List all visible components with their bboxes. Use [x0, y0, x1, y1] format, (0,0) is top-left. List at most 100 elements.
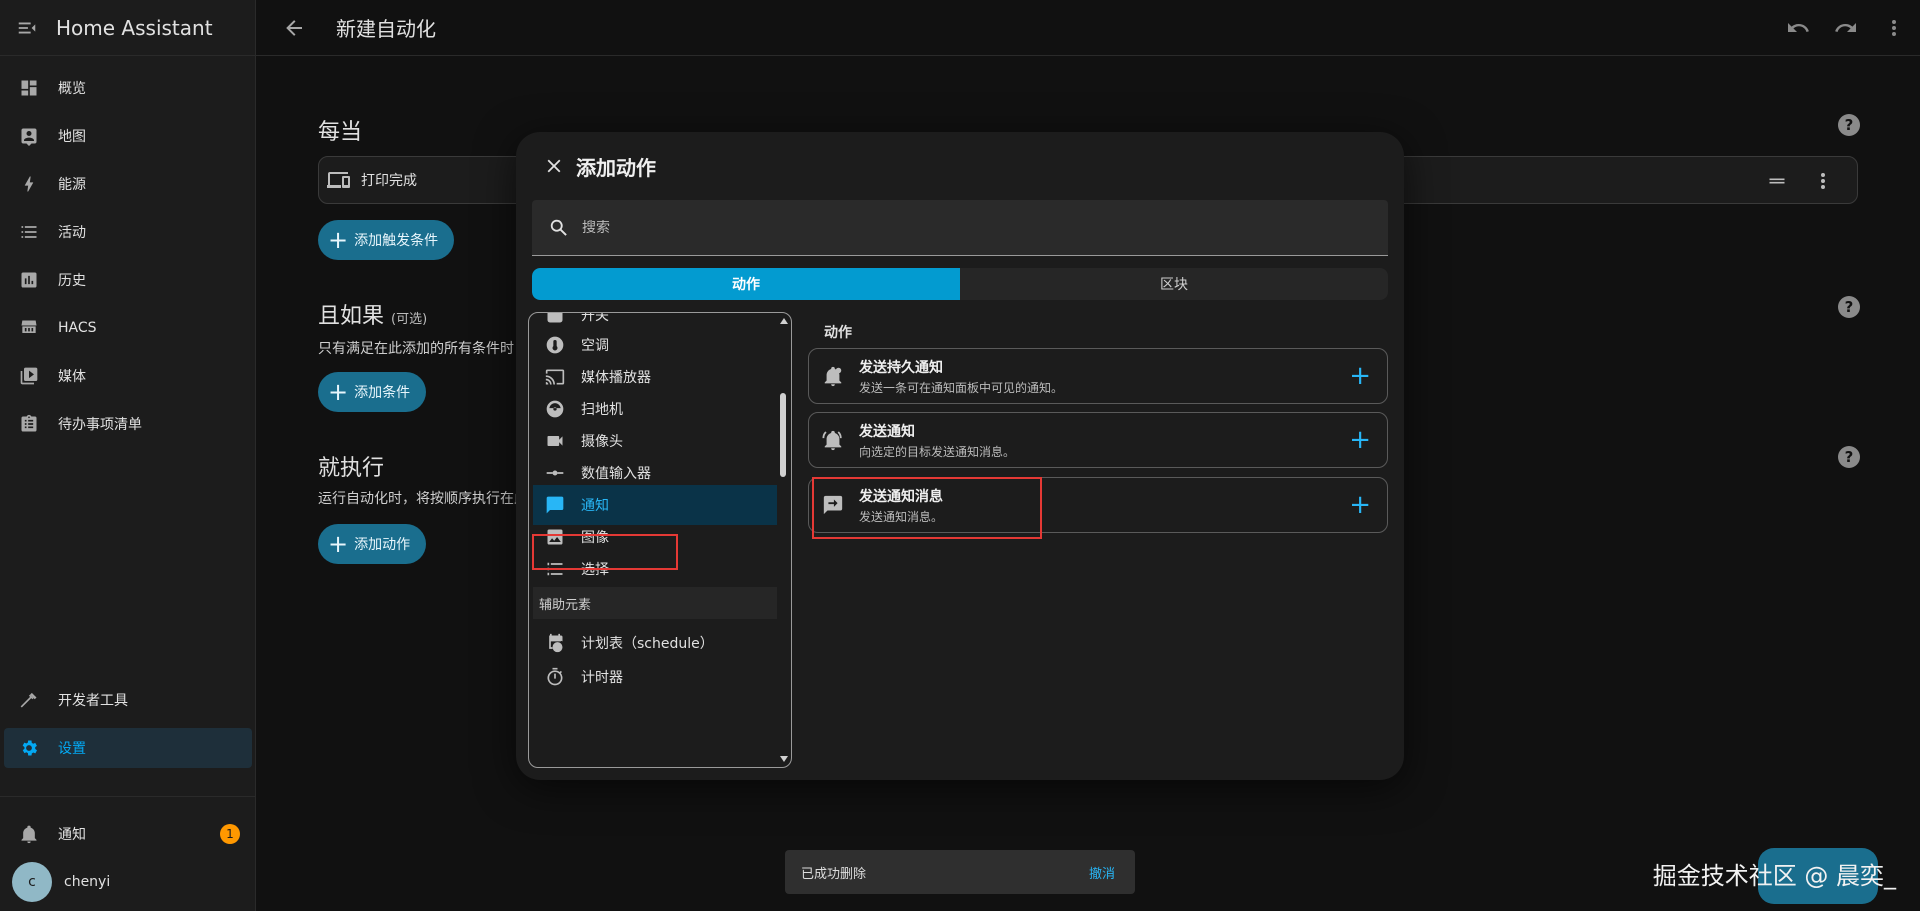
action-title: 发送通知 — [859, 423, 915, 440]
sidebar: Home Assistant 概览 地图 能源 活动 历史 HACS 媒体 待办… — [0, 0, 256, 911]
search-field[interactable] — [532, 200, 1388, 256]
user-name: chenyi — [64, 874, 111, 890]
more-vertical-icon[interactable] — [1811, 169, 1835, 193]
sidebar-item-label: HACS — [58, 320, 97, 336]
sidebar-item-label: 历史 — [58, 273, 86, 289]
help-icon[interactable]: ? — [1838, 446, 1860, 468]
snackbar: 已成功删除 撤消 — [785, 850, 1135, 894]
close-icon[interactable] — [540, 152, 568, 180]
category-label: 摄像头 — [581, 434, 623, 450]
hacs-icon — [18, 317, 40, 339]
scroll-thumb[interactable] — [780, 393, 786, 477]
drag-handle-icon[interactable] — [1767, 171, 1787, 191]
video-icon — [547, 436, 563, 446]
scroll-down-arrow-icon[interactable] — [779, 755, 789, 763]
when-section-title: 每当 — [318, 120, 363, 145]
sidebar-item-energy[interactable]: 能源 — [4, 164, 252, 204]
add-trigger-label: 添加触发条件 — [354, 233, 439, 249]
action-card-persistent-notification[interactable]: 发送持久通知 发送一条可在通知面板中可见的通知。 + — [808, 348, 1388, 404]
sidebar-item-settings[interactable]: 设置 — [4, 728, 252, 768]
undo-icon[interactable] — [1786, 16, 1810, 40]
action-card-notification[interactable]: 发送通知 向选定的目标发送通知消息。 + — [808, 412, 1388, 468]
hammer-icon — [18, 689, 40, 711]
sidebar-item-label: 能源 — [58, 177, 86, 193]
add-action-label: 添加动作 — [354, 537, 411, 553]
top-bar: 新建自动化 — [256, 0, 1920, 56]
timer-icon — [547, 667, 563, 686]
category-label: 数值输入器 — [581, 466, 651, 482]
sidebar-item-todo[interactable]: 待办事项清单 — [4, 404, 252, 444]
plus-icon: + — [328, 226, 349, 254]
sidebar-item-logbook[interactable]: 活动 — [4, 212, 252, 252]
add-trigger-button[interactable]: + 添加触发条件 — [318, 220, 455, 260]
then-description: 运行自动化时，将按顺序执行在此 — [318, 491, 528, 507]
robot-vacuum-icon — [546, 400, 564, 418]
sidebar-item-label: 媒体 — [58, 369, 86, 385]
search-input[interactable] — [582, 219, 1282, 236]
sidebar-item-developer-tools[interactable]: 开发者工具 — [4, 680, 252, 720]
then-section-title: 就执行 — [318, 456, 385, 481]
optional-label: (可选) — [391, 312, 428, 327]
help-icon[interactable]: ? — [1838, 296, 1860, 318]
sidebar-item-label: 地图 — [58, 129, 86, 145]
plus-icon[interactable]: + — [1349, 492, 1371, 518]
category-label: 计划表（schedule） — [581, 636, 714, 652]
lightning-icon — [18, 173, 40, 195]
calendar-clock-icon — [549, 633, 563, 653]
sidebar-divider — [0, 796, 256, 797]
tab-blocks[interactable]: 区块 — [960, 268, 1388, 300]
add-action-button[interactable]: + 添加动作 — [318, 524, 427, 564]
sidebar-item-overview[interactable]: 概览 — [4, 68, 252, 108]
thermostat-icon — [546, 336, 564, 354]
toolbar-actions — [1786, 16, 1906, 40]
sidebar-item-hacs[interactable]: HACS — [4, 308, 252, 348]
sidebar-item-label: 设置 — [58, 741, 86, 757]
play-box-multiple-icon — [18, 365, 40, 387]
sidebar-item-media[interactable]: 媒体 — [4, 356, 252, 396]
sidebar-item-notifications[interactable]: 通知 1 — [4, 814, 252, 854]
tab-actions[interactable]: 动作 — [532, 268, 960, 300]
sidebar-header: Home Assistant — [0, 0, 255, 56]
toggle-switch-icon — [547, 313, 563, 323]
add-condition-button[interactable]: + 添加条件 — [318, 372, 427, 412]
app-title: Home Assistant — [56, 15, 213, 40]
devices-icon — [327, 172, 350, 188]
category-label: 扫地机 — [581, 402, 623, 418]
plus-icon[interactable]: + — [1349, 363, 1371, 389]
sidebar-item-history[interactable]: 历史 — [4, 260, 252, 300]
menu-open-icon[interactable] — [16, 17, 38, 39]
plus-icon[interactable]: + — [1349, 427, 1371, 453]
trigger-label: 打印完成 — [361, 173, 417, 189]
scroll-up-arrow-icon[interactable] — [779, 317, 789, 325]
category-item-timer[interactable]: 计时器 — [533, 657, 777, 697]
bell-icon — [18, 823, 40, 845]
undo-button[interactable]: 撤消 — [1089, 863, 1115, 882]
arrow-left-icon[interactable] — [282, 16, 306, 40]
sidebar-item-label: 概览 — [58, 81, 86, 97]
message-icon — [546, 496, 564, 514]
dashboard-icon — [18, 77, 40, 99]
cast-icon — [545, 369, 565, 385]
avatar: c — [12, 862, 52, 902]
page-title: 新建自动化 — [336, 17, 436, 41]
highlight-box-notify — [532, 534, 678, 570]
category-label: 空调 — [581, 338, 609, 354]
sidebar-item-map[interactable]: 地图 — [4, 116, 252, 156]
watermark: 掘金技术社区 @ 晨奕_ — [1652, 862, 1896, 890]
help-icon[interactable]: ? — [1838, 114, 1860, 136]
actions-section-title: 动作 — [824, 325, 852, 341]
sidebar-item-user[interactable]: c chenyi — [4, 862, 252, 902]
action-text: 发送持久通知 发送一条可在通知面板中可见的通知。 — [859, 357, 1063, 396]
sidebar-item-label: 待办事项清单 — [58, 417, 142, 433]
action-description: 发送一条可在通知面板中可见的通知。 — [859, 380, 1064, 395]
scrollbar[interactable] — [779, 317, 789, 763]
more-vertical-icon[interactable] — [1882, 16, 1906, 40]
redo-icon[interactable] — [1834, 16, 1858, 40]
snackbar-message: 已成功删除 — [801, 866, 867, 882]
add-action-dialog: 添加动作 动作 区块 开关 空调 媒体播放器 扫地机 摄像头 — [516, 132, 1404, 780]
sidebar-item-label: 开发者工具 — [58, 693, 128, 709]
sidebar-item-label: 通知 — [58, 827, 86, 843]
and-if-description: 只有满足在此添加的所有条件时 — [318, 341, 514, 357]
dialog-tabs: 动作 区块 — [532, 268, 1388, 300]
and-if-title-text: 且如果 — [318, 304, 385, 329]
